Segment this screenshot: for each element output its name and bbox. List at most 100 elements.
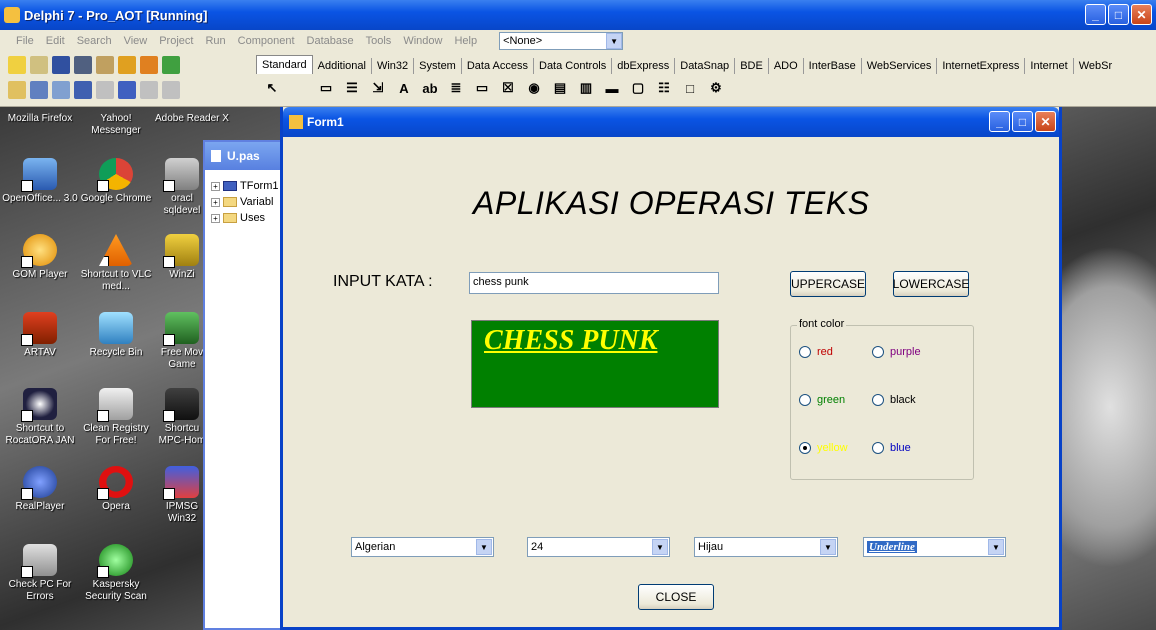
- label-icon[interactable]: A: [394, 78, 414, 98]
- remove-file-icon[interactable]: [140, 56, 158, 74]
- desktop-icon-recycle-bin[interactable]: Recycle Bin: [78, 312, 154, 359]
- form1-maximize-button[interactable]: □: [1012, 111, 1033, 132]
- run-icon[interactable]: [96, 81, 114, 99]
- radio-circle[interactable]: [872, 346, 884, 358]
- desktop-icon-check-pc[interactable]: Check PC For Errors: [2, 544, 78, 603]
- desktop-icon-clean-registry[interactable]: Clean Registry For Free!: [78, 388, 154, 447]
- desktop-icon-chrome[interactable]: Google Chrome: [78, 158, 154, 205]
- view-form-icon[interactable]: [30, 81, 48, 99]
- radio-black[interactable]: black: [872, 394, 916, 406]
- scrollbar-icon[interactable]: ▬: [602, 78, 622, 98]
- radio-yellow[interactable]: yellow: [799, 442, 848, 454]
- desktop-icon-winzip[interactable]: WinZi: [154, 234, 210, 281]
- desktop-icon-yahoo[interactable]: Yahoo! Messenger: [78, 113, 154, 137]
- font-style-select[interactable]: Underline ▼: [863, 537, 1006, 557]
- groupbox-icon[interactable]: ▢: [628, 78, 648, 98]
- toggle-form-unit-icon[interactable]: [52, 81, 70, 99]
- radiobutton-icon[interactable]: ◉: [524, 78, 544, 98]
- expand-icon[interactable]: +: [211, 197, 220, 207]
- add-file-icon[interactable]: [118, 56, 136, 74]
- open-project-icon[interactable]: [96, 56, 114, 74]
- chevron-down-icon[interactable]: ▼: [606, 33, 623, 49]
- menu-search[interactable]: Search: [71, 35, 118, 47]
- tab-standard[interactable]: Standard: [256, 55, 313, 74]
- menu-run[interactable]: Run: [199, 35, 231, 47]
- font-size-select[interactable]: 24 ▼: [527, 537, 670, 557]
- tree-item-variables[interactable]: + Variabl: [211, 194, 291, 210]
- panel-icon[interactable]: □: [680, 78, 700, 98]
- tab-bde[interactable]: BDE: [735, 58, 769, 74]
- uppercase-button[interactable]: UPPERCASE: [790, 271, 866, 297]
- chevron-down-icon[interactable]: ▼: [652, 539, 668, 555]
- radio-purple[interactable]: purple: [872, 346, 921, 358]
- radiogroup-icon[interactable]: ☷: [654, 78, 674, 98]
- tab-interbase[interactable]: InterBase: [804, 58, 862, 74]
- word-input[interactable]: chess punk: [469, 272, 719, 294]
- actionlist-icon[interactable]: ⚙: [706, 78, 726, 98]
- radio-circle-selected[interactable]: [799, 442, 811, 454]
- step-over-icon[interactable]: [162, 81, 180, 99]
- help-icon[interactable]: [162, 56, 180, 74]
- maximize-button[interactable]: □: [1108, 4, 1129, 25]
- desktop-icon-realplayer[interactable]: RealPlayer: [2, 466, 78, 513]
- trace-into-icon[interactable]: [140, 81, 158, 99]
- radio-circle[interactable]: [799, 346, 811, 358]
- tab-additional[interactable]: Additional: [313, 58, 372, 74]
- tab-internetexpress[interactable]: InternetExpress: [937, 58, 1026, 74]
- menu-help[interactable]: Help: [448, 35, 483, 47]
- tab-webservices[interactable]: WebServices: [862, 58, 938, 74]
- menu-database[interactable]: Database: [301, 35, 360, 47]
- button-icon[interactable]: ▭: [472, 78, 492, 98]
- pointer-icon[interactable]: ↖: [262, 78, 282, 98]
- frame-icon[interactable]: ▭: [316, 78, 336, 98]
- desktop-icon-gom[interactable]: GOM Player: [2, 234, 78, 281]
- new-icon[interactable]: [8, 56, 26, 74]
- menu-view[interactable]: View: [118, 35, 154, 47]
- save-all-icon[interactable]: [74, 56, 92, 74]
- radio-red[interactable]: red: [799, 346, 833, 358]
- desktop-icon-ipmsg[interactable]: IPMSG Win32: [154, 466, 210, 525]
- desktop-icon-kaspersky[interactable]: Kaspersky Security Scan: [78, 544, 154, 603]
- radio-circle[interactable]: [799, 394, 811, 406]
- desktop-layout-combo[interactable]: <None> ▼: [499, 32, 624, 50]
- desktop-icon-mpc[interactable]: Shortcu MPC-Hom: [154, 388, 210, 447]
- menu-window[interactable]: Window: [397, 35, 448, 47]
- menu-component[interactable]: Component: [232, 35, 301, 47]
- radio-circle[interactable]: [872, 442, 884, 454]
- popupmenu-icon[interactable]: ⇲: [368, 78, 388, 98]
- background-color-select[interactable]: Hijau ▼: [694, 537, 838, 557]
- edit-icon[interactable]: ab: [420, 78, 440, 98]
- tab-internet[interactable]: Internet: [1025, 58, 1074, 74]
- save-icon[interactable]: [52, 56, 70, 74]
- desktop-icon-artav[interactable]: ARTAV: [2, 312, 78, 359]
- tab-win32[interactable]: Win32: [372, 58, 415, 74]
- checkbox-icon[interactable]: ☒: [498, 78, 518, 98]
- desktop-icon-free-movie[interactable]: Free Mov Game: [154, 312, 210, 371]
- combobox-icon[interactable]: ▥: [576, 78, 596, 98]
- minimize-button[interactable]: _: [1085, 4, 1106, 25]
- tab-dbexpress[interactable]: dbExpress: [612, 58, 676, 74]
- expand-icon[interactable]: +: [211, 181, 220, 191]
- tab-websnap[interactable]: WebSr: [1074, 58, 1117, 74]
- pause-icon[interactable]: [118, 81, 136, 99]
- menu-project[interactable]: Project: [153, 35, 199, 47]
- close-button[interactable]: ✕: [1131, 4, 1152, 25]
- desktop-icon-firefox[interactable]: Mozilla Firefox: [2, 113, 78, 125]
- desktop-icon-sqldeveloper[interactable]: oracl sqldevel: [154, 158, 210, 217]
- memo-icon[interactable]: ≣: [446, 78, 466, 98]
- tab-system[interactable]: System: [414, 58, 462, 74]
- ide-title-bar[interactable]: Delphi 7 - Pro_AOT [Running] _ □ ✕: [0, 0, 1156, 30]
- font-name-select[interactable]: Algerian ▼: [351, 537, 494, 557]
- chevron-down-icon[interactable]: ▼: [988, 539, 1004, 555]
- lowercase-button[interactable]: LOWERCASE: [893, 271, 969, 297]
- open-icon[interactable]: [30, 56, 48, 74]
- view-unit-icon[interactable]: [8, 81, 26, 99]
- desktop-icon-adobe[interactable]: Adobe Reader X: [154, 113, 230, 125]
- form1-minimize-button[interactable]: _: [989, 111, 1010, 132]
- mainmenu-icon[interactable]: ☰: [342, 78, 362, 98]
- form1-title-bar[interactable]: Form1 _ □ ✕: [283, 107, 1059, 137]
- desktop-icon-rocatora[interactable]: Shortcut to RocatORA JAN: [2, 388, 78, 447]
- menu-file[interactable]: File: [10, 35, 40, 47]
- menu-tools[interactable]: Tools: [360, 35, 398, 47]
- listbox-icon[interactable]: ▤: [550, 78, 570, 98]
